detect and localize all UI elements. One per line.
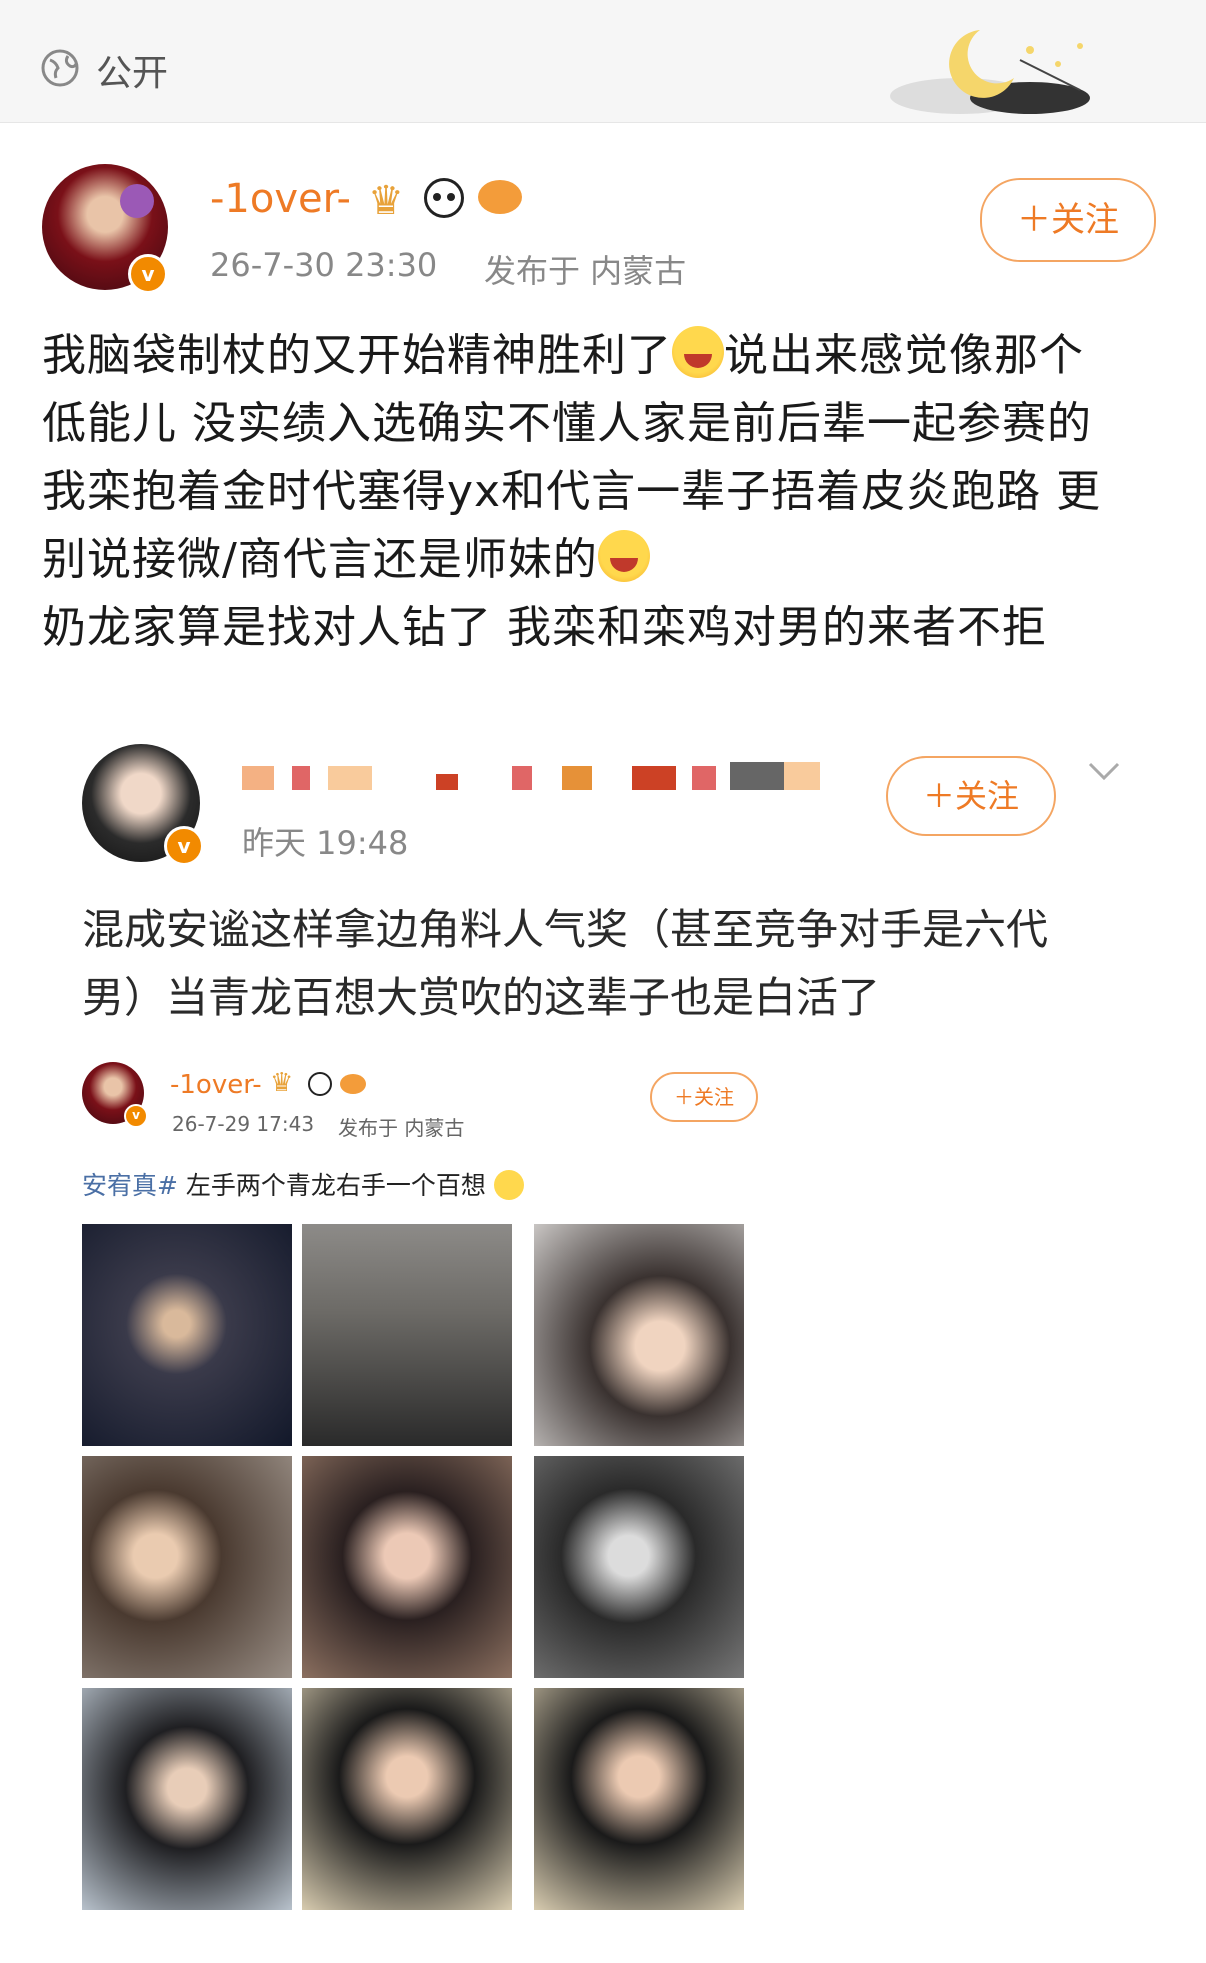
post-line-2: 低能儿 没实绩入选确实不懂人家是前后辈一起参赛的: [42, 398, 1092, 449]
laugh-cry-emoji-icon: [597, 530, 650, 582]
visibility-bar: 公开: [0, 0, 1206, 123]
grid-photo-9: [534, 1688, 744, 1910]
post-line-4: 别说接微/商代言还是师妹的: [42, 526, 1172, 594]
chevron-down-icon: [1088, 762, 1120, 781]
inner-verified-badge-icon: v: [124, 1104, 148, 1128]
flower-decoration: [120, 184, 154, 218]
inner-panda-icon: [308, 1072, 332, 1096]
quote-follow-button: ＋关注: [886, 756, 1056, 836]
post-line-3: 我栾抱着金时代塞得yx和代言一辈子捂着皮炎跑路 更: [42, 466, 1102, 517]
visibility-label: 公开: [96, 53, 169, 94]
grid-photo-5: [302, 1456, 512, 1678]
author-name[interactable]: -1over-: [210, 176, 351, 222]
globe-icon: [41, 49, 79, 87]
inner-location: 发布于 内蒙古: [338, 1116, 465, 1140]
inner-goldfish-icon: [340, 1074, 366, 1094]
quote-verified-badge-icon: v: [164, 826, 204, 866]
inner-follow-button: ＋关注: [650, 1072, 758, 1122]
quote-line-1: 混成安谧这样拿边角料人气奖（甚至竞争对手是六代: [82, 905, 1049, 954]
grid-photo-4: [82, 1456, 292, 1678]
quote-line-2: 男）当青龙百想大赏吹的这辈子也是白活了: [82, 973, 881, 1022]
blurred-username: [242, 762, 822, 790]
inner-crown-icon: ♛: [270, 1068, 294, 1098]
grid-photo-1: [82, 1224, 292, 1446]
grid-photo-8: [302, 1688, 512, 1910]
laugh-cry-emoji-icon: [672, 326, 724, 378]
post-body: 我脑袋制杖的又开始精神胜利了 说出来感觉像那个 低能儿 没实绩入选确实不懂人家是前…: [42, 322, 1172, 662]
post-time: 26-7-30 23:30: [210, 246, 438, 284]
inner-author-name: -1over-: [170, 1070, 262, 1100]
post-line-5: 奶龙家算是找对人钻了 我栾和栾鸡对男的来者不拒: [42, 602, 1047, 653]
grid-photo-7: [82, 1688, 292, 1910]
inner-emoji-icon: [493, 1170, 524, 1200]
grid-photo-3: [534, 1224, 744, 1446]
panda-icon: [424, 178, 464, 218]
grid-photo-6: [534, 1456, 744, 1678]
goldfish-icon: [478, 180, 522, 214]
hashtag-link: 安宥真#: [82, 1171, 178, 1200]
post-line-1: 我脑袋制杖的又开始精神胜利了 说出来感觉像那个: [42, 322, 1172, 390]
inner-time: 26-7-29 17:43: [172, 1112, 315, 1136]
post-location: 发布于 内蒙古: [484, 252, 687, 290]
quote-body: 混成安谧这样拿边角料人气奖（甚至竞争对手是六代 男）当青龙百想大赏吹的这辈子也是…: [82, 896, 1142, 1032]
follow-button[interactable]: ＋关注: [980, 178, 1156, 262]
verified-badge-icon: v: [128, 254, 168, 294]
moon-stars-decoration: [890, 30, 1090, 114]
quote-time: 昨天 19:48: [242, 824, 409, 862]
crown-icon: ♛: [368, 178, 404, 224]
inner-body: 安宥真# 左手两个青龙右手一个百想: [82, 1166, 524, 1202]
grid-photo-2: [302, 1224, 512, 1446]
